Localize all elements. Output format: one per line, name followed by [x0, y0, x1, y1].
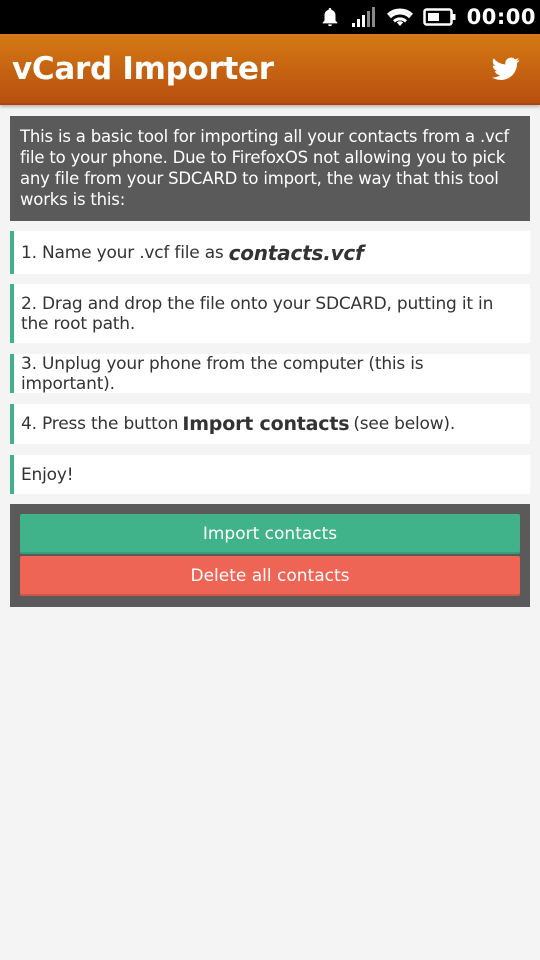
button-panel: Import contacts Delete all contacts	[10, 504, 530, 607]
status-bar: 00:00	[0, 0, 540, 34]
signal-icon	[351, 6, 377, 28]
notification-bell-icon	[319, 6, 341, 28]
step-4: 4. Press the button Import contacts (see…	[10, 404, 530, 444]
app-header: vCard Importer	[0, 34, 540, 105]
step-4-text: 4. Press the button	[21, 414, 179, 434]
app-title: vCard Importer	[12, 50, 274, 87]
battery-icon	[422, 7, 457, 27]
step-3: 3. Unplug your phone from the computer (…	[10, 353, 530, 394]
step-5: Enjoy!	[10, 455, 530, 494]
import-contacts-button[interactable]: Import contacts	[20, 514, 520, 554]
step-1: 1. Name your .vcf file as contacts.vcf	[10, 231, 530, 274]
step-2: 2. Drag and drop the file onto your SDCA…	[10, 284, 530, 343]
step-1-filename: contacts.vcf	[228, 240, 364, 265]
step-1-text: 1. Name your .vcf file as	[21, 242, 224, 263]
step-2-text: 2. Drag and drop the file onto your SDCA…	[21, 293, 494, 334]
step-4-suffix: (see below).	[353, 414, 456, 434]
status-clock: 00:00	[466, 5, 536, 29]
wifi-icon	[386, 6, 413, 28]
step-4-button-name: Import contacts	[182, 413, 350, 435]
delete-all-contacts-button[interactable]: Delete all contacts	[20, 556, 520, 596]
intro-text: This is a basic tool for importing all y…	[10, 116, 530, 221]
twitter-icon[interactable]	[492, 57, 520, 81]
step-5-text: Enjoy!	[21, 464, 74, 485]
main-content: This is a basic tool for importing all y…	[10, 116, 530, 607]
step-3-text: 3. Unplug your phone from the computer (…	[21, 353, 424, 394]
